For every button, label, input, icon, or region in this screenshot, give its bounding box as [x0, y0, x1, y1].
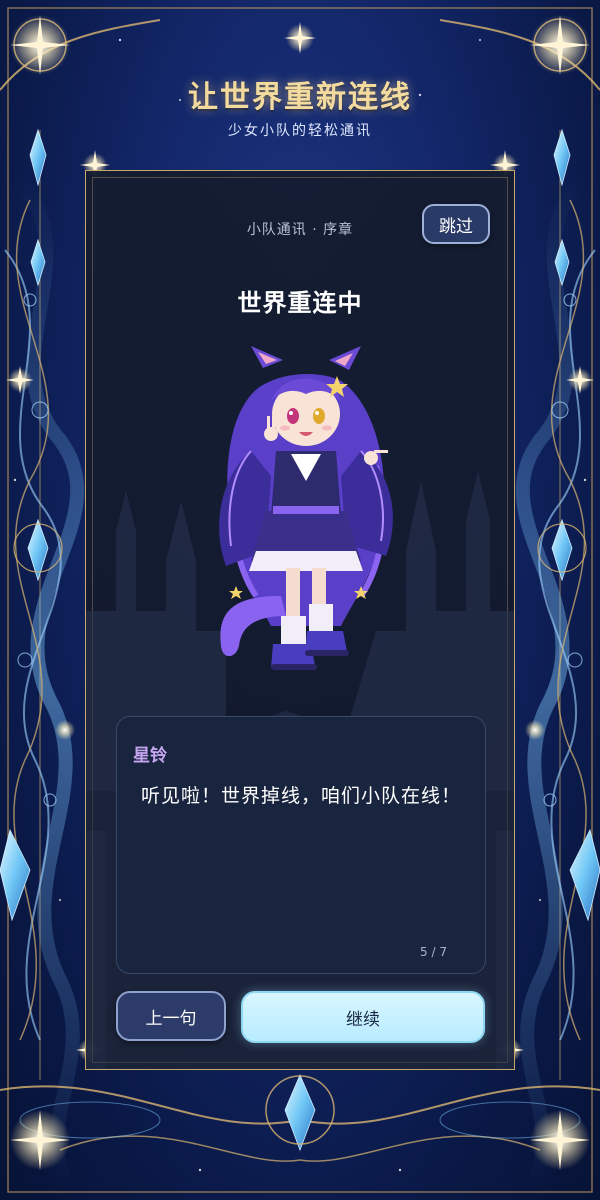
game-screen: 让世界重新连线 少女小队的轻松通讯 小队通讯 · 序章 跳过 世界重连中 星铃 … — [0, 0, 600, 1200]
dialogue-text: 听见啦！世界掉线，咱们小队在线！ — [141, 785, 462, 807]
story-panel: 小队通讯 · 序章 跳过 世界重连中 星铃 听见啦！世界掉线，咱们小队在线！ 5… — [85, 170, 515, 1070]
previous-line-button[interactable]: 上一句 — [116, 991, 226, 1041]
character-sprite — [219, 346, 393, 670]
game-subtitle: 少女小队的轻松通讯 — [228, 123, 372, 139]
continue-button[interactable]: 继续 — [241, 991, 485, 1043]
skip-button[interactable]: 跳过 — [422, 204, 490, 244]
dialogue-box[interactable]: 星铃 听见啦！世界掉线，咱们小队在线！ 5 / 7 — [116, 716, 486, 974]
speaker-name: 星铃 — [133, 746, 167, 766]
dialogue-progress: 5 / 7 — [420, 945, 447, 959]
scene-title: 世界重连中 — [237, 289, 363, 317]
game-title: 让世界重新连线 — [188, 80, 412, 115]
